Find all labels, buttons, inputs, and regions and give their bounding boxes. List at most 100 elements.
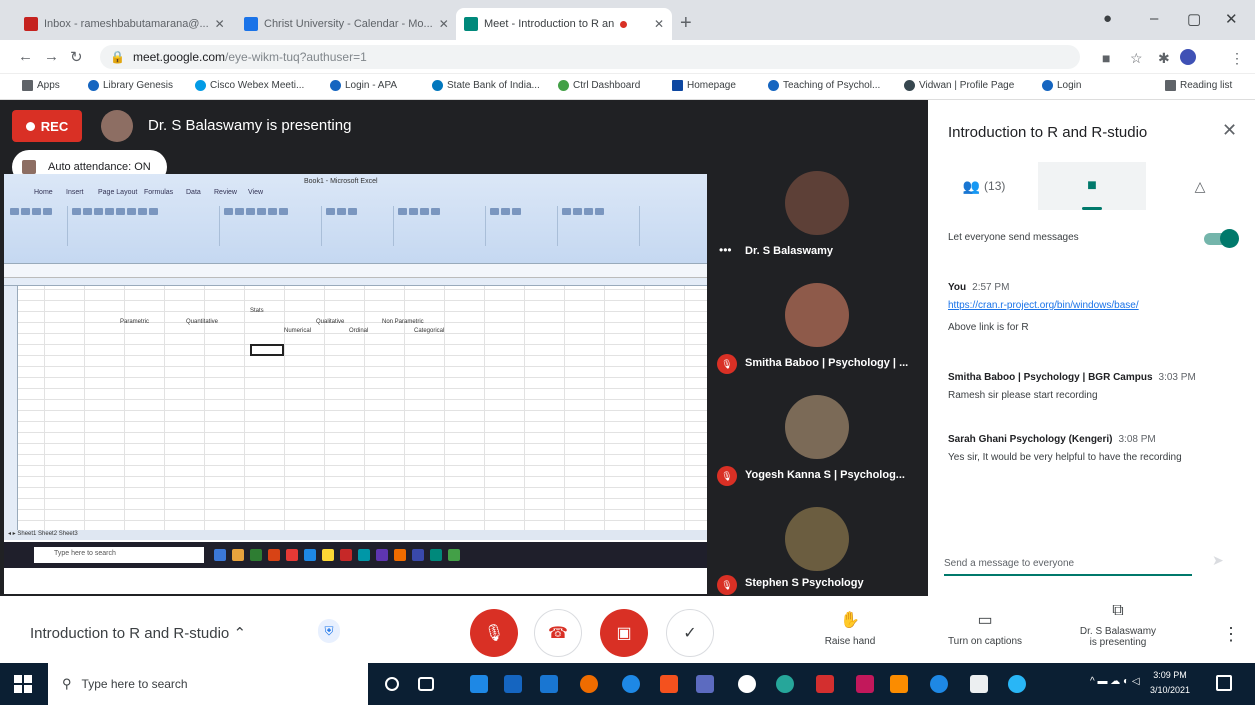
present-screen-icon: ⧉ [1112,602,1124,619]
task-view-icon[interactable] [418,677,434,691]
tab-chat[interactable]: ■ [1038,162,1146,210]
let-everyone-label: Let everyone send messages [948,232,1079,243]
captions-button[interactable]: ▭ Turn on captions [930,610,1040,647]
notification-icon[interactable] [1216,675,1232,691]
more-options-icon[interactable]: ••• [719,243,732,257]
bookmark-vidwan[interactable]: Vidwan | Profile Page [904,80,1014,91]
bookmark-sbi[interactable]: State Bank of India... [432,80,540,91]
forward-icon[interactable]: → [44,48,59,65]
bookmark-library-genesis[interactable]: Library Genesis [88,80,173,91]
firefox-icon[interactable] [580,675,598,693]
participant-avatar [785,283,849,347]
edge-icon[interactable] [776,675,794,693]
globe-icon [904,80,915,91]
restore-button[interactable]: ▢ [1187,10,1201,28]
reload-icon[interactable]: ↻ [70,48,83,66]
app-icon[interactable] [470,675,488,693]
bookmark-login[interactable]: Login [1042,80,1081,91]
chat-input[interactable]: Send a message to everyone [944,544,1192,576]
reading-list[interactable]: Reading list [1165,80,1232,91]
app-icon[interactable] [856,675,874,693]
leave-call-button[interactable]: ☎ [534,609,582,657]
bookmark-homepage[interactable]: Homepage [672,80,736,91]
bookmark-apps[interactable]: Apps [22,80,60,91]
windows-start-icon[interactable] [14,675,32,693]
back-icon[interactable]: ← [18,48,33,65]
tab-activities[interactable]: △ [1146,162,1254,210]
participant-avatar [785,171,849,235]
bookmark-apa[interactable]: Login - APA [330,80,397,91]
cell-text: Qualitative [316,319,345,325]
acrobat-icon[interactable] [816,675,834,693]
profile-avatar[interactable] [1180,49,1196,65]
bookmark-webex[interactable]: Cisco Webex Meeti... [195,80,304,91]
camera-icon[interactable]: ■ [1102,50,1110,66]
app-icon[interactable] [738,675,756,693]
address-bar-row: ← → ↻ 🔒 meet.google.com /eye-wikm-tuq?au… [0,40,1255,74]
cell-text: Stats [250,308,264,314]
mic-off-icon: 🎙 [717,466,737,486]
skype-icon[interactable] [622,675,640,693]
mic-toggle-button[interactable]: 🎙 [470,609,518,657]
participant-name: Dr. S Balaswamy [745,245,834,257]
close-icon[interactable]: ✕ [648,17,664,31]
recording-badge[interactable]: REC [12,110,82,142]
shared-taskbar: Type here to search [4,542,707,568]
hand-icon: ✋ [840,612,860,629]
profile-dot-icon[interactable]: ● [1103,10,1112,27]
chrome-icon[interactable] [1008,675,1026,693]
mail-icon[interactable] [540,675,558,693]
selected-cell [250,344,284,356]
presenting-label: Dr. S Balaswamy is presenting [148,117,352,134]
lock-icon: 🔒 [110,50,125,64]
close-icon[interactable]: ✕ [209,17,225,31]
app-icon[interactable] [930,675,948,693]
cortana-icon[interactable] [385,677,399,691]
host-controls-shield-icon[interactable]: ⛨ [318,619,340,643]
participant-tile[interactable]: 🎙 Smitha Baboo | Psychology | ... [707,271,928,383]
participant-tiles: ••• Dr. S Balaswamy 🎙 Smitha Baboo | Psy… [707,149,928,596]
window-close-button[interactable]: ✕ [1225,10,1238,28]
excel-ribbon: Book1 - Microsoft Excel Home Insert Page L… [4,174,707,264]
let-everyone-toggle[interactable] [1204,228,1239,248]
windows-taskbar: ⚲ Type here to search ^ ▬ ☁ ◐ ◁ 3:09 PM 3… [0,663,1255,705]
tab-title: Christ University - Calendar - Mo... [264,18,433,30]
tab-gmail[interactable]: Inbox - rameshbabutamarana@... ✕ [16,8,232,40]
vlc-icon[interactable] [890,675,908,693]
star-icon[interactable]: ☆ [1130,50,1143,67]
message-link[interactable]: https://cran.r-project.org/bin/windows/b… [948,300,1248,311]
participant-tile[interactable]: 🎙 Yogesh Kanna S | Psycholog... [707,383,928,495]
more-options-icon[interactable]: ⋮ [1222,624,1240,645]
taskbar-search[interactable]: ⚲ Type here to search [48,663,368,705]
bookmark-ctrl-dashboard[interactable]: Ctrl Dashboard [558,80,640,91]
app-icon[interactable] [970,675,988,693]
search-icon: ⚲ [62,676,72,691]
presenting-button[interactable]: ⧉ Dr. S Balaswamy is presenting [1063,602,1173,648]
tab-title: Inbox - rameshbabutamarana@... [44,18,209,30]
app-icon[interactable] [660,675,678,693]
extensions-icon[interactable]: ✱ [1158,50,1170,67]
participant-tile[interactable]: ••• Dr. S Balaswamy [707,159,928,271]
send-icon[interactable]: ➤ [1212,552,1224,569]
bookmark-teaching[interactable]: Teaching of Psychol... [768,80,880,91]
tab-people[interactable]: 👥 (13) [930,162,1038,210]
tab-meet[interactable]: Meet - Introduction to R an ✕ [456,8,672,40]
participant-tile[interactable]: 🎙 Stephen S Psychology [707,495,928,607]
mic-off-icon: 🎙 [717,575,737,595]
tab-calendar[interactable]: Christ University - Calendar - Mo... ✕ [236,8,452,40]
url-field[interactable]: 🔒 meet.google.com /eye-wikm-tuq?authuser… [100,45,1080,69]
system-tray[interactable]: ^ ▬ ☁ ◐ ◁ [1090,676,1140,687]
clock[interactable]: 3:09 PM 3/10/2021 [1150,668,1190,698]
raise-hand-button[interactable]: ✋ Raise hand [795,610,905,647]
meeting-details[interactable]: Introduction to R and R-studio ⌃ [30,624,246,642]
calendar-icon [244,17,258,31]
menu-icon[interactable]: ⋮ [1230,50,1244,67]
store-icon[interactable] [504,675,522,693]
minimize-button[interactable]: – [1150,10,1158,27]
app-icon[interactable] [696,675,714,693]
new-tab-button[interactable]: + [680,12,692,35]
camera-toggle-button[interactable]: ▣ [600,609,648,657]
check-button[interactable]: ✓ [666,609,714,657]
panel-close-icon[interactable]: ✕ [1222,120,1237,141]
close-icon[interactable]: ✕ [433,17,449,31]
